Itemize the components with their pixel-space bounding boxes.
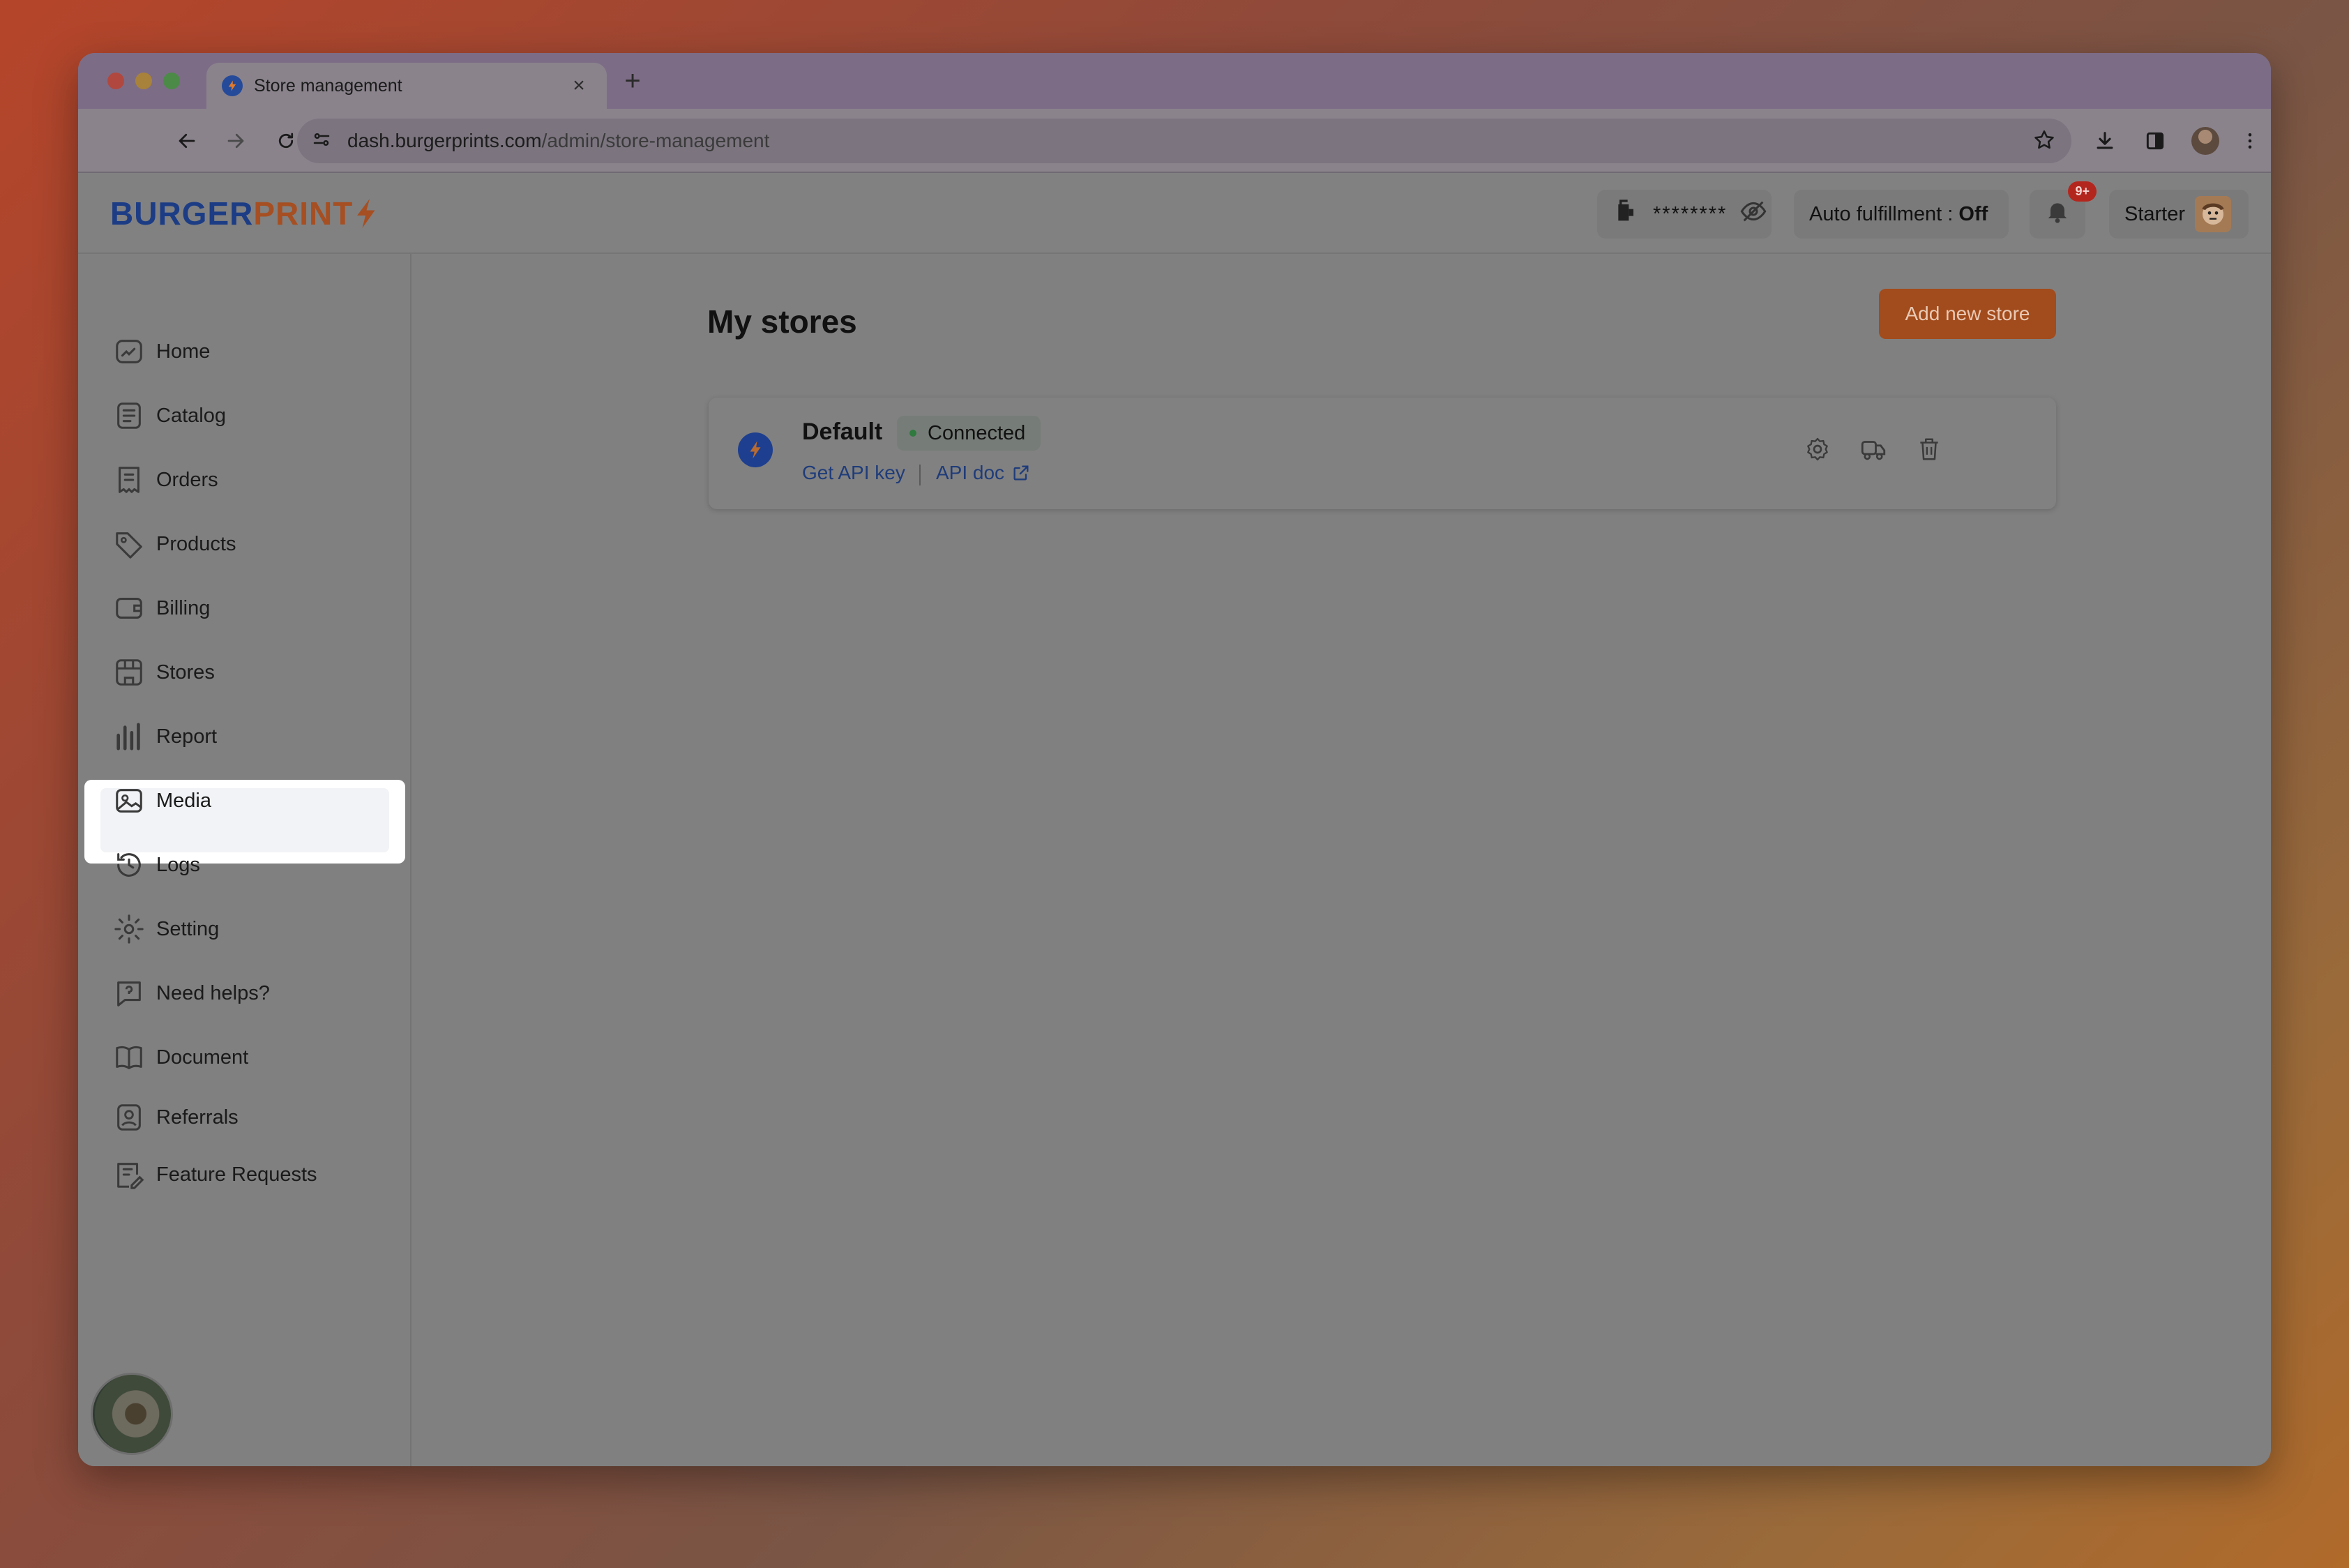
eye-off-icon[interactable] [1739, 197, 1767, 231]
sidebar-item-media[interactable]: Media [100, 776, 393, 826]
tab-title: Store management [254, 75, 402, 96]
browser-window: Store management × + dash.burgerprints.c… [78, 53, 2271, 1466]
sidebar-item-referrals[interactable]: Referrals [100, 1092, 393, 1143]
sidebar-item-label: Feature Requests [156, 1163, 317, 1186]
plan-label: Starter [2124, 202, 2186, 225]
history-icon [117, 853, 141, 877]
bar-chart-icon [116, 723, 140, 751]
account-avatar [2195, 196, 2232, 232]
page-title: My stores [707, 303, 857, 340]
sidebar-item-label: Products [156, 532, 236, 555]
help-icon [117, 981, 141, 1007]
store-bolt-icon [738, 432, 773, 467]
shipping-truck-icon[interactable] [1858, 434, 1889, 465]
book-icon [116, 1046, 142, 1069]
sidebar-item-catalog[interactable]: Catalog [100, 391, 393, 441]
notification-button[interactable]: 9+ [2030, 181, 2097, 239]
status-dot-icon [909, 430, 916, 437]
get-api-key-link[interactable]: Get API key [802, 462, 905, 484]
browser-toolbar: dash.burgerprints.com/admin/store-manage… [78, 109, 2271, 173]
api-doc-link[interactable]: API doc [936, 462, 1031, 484]
window-maximize-button[interactable] [163, 73, 180, 89]
wallet-icon [116, 598, 142, 619]
user-avatar[interactable] [91, 1373, 173, 1455]
sidebar-item-label: Media [156, 789, 211, 812]
status-text: Connected [928, 421, 1026, 444]
store-icon [116, 659, 142, 686]
feature-request-icon [117, 1163, 144, 1189]
download-icon[interactable] [2088, 124, 2122, 158]
app-header: BURGER PRINT ******** Auto fulfillment : … [78, 173, 2271, 254]
link-divider [919, 465, 921, 485]
browser-menu-icon[interactable] [2233, 124, 2267, 158]
sidebar-item-feature-requests[interactable]: Feature Requests [100, 1149, 393, 1200]
tab-strip: Store management × + [78, 53, 2271, 109]
browser-tab[interactable]: Store management × [206, 63, 607, 109]
image-icon [116, 789, 142, 813]
sidebar-item-label: Need helps? [156, 981, 270, 1004]
bookmark-star-icon[interactable] [2032, 128, 2056, 156]
bolt-logo-icon [357, 199, 375, 228]
account-menu[interactable]: Starter [2109, 190, 2249, 239]
address-bar[interactable]: dash.burgerprints.com/admin/store-manage… [297, 119, 2071, 163]
main-content: My stores Add new store Default Connecte… [411, 254, 2271, 1466]
forward-arrow-icon[interactable] [219, 124, 252, 158]
tag-icon [116, 532, 142, 559]
external-link-icon [1013, 465, 1029, 481]
sidebar-item-label: Setting [156, 917, 220, 940]
wallet-icon [1612, 197, 1640, 231]
sidebar-item-home[interactable]: Home [100, 326, 393, 377]
window-close-button[interactable] [107, 73, 124, 89]
auto-fulfillment-label: Auto fulfillment : [1809, 202, 1954, 225]
sidebar-item-logs[interactable]: Logs [100, 840, 393, 890]
sidebar-item-label: Billing [156, 596, 211, 619]
add-new-store-button[interactable]: Add new store [1879, 289, 2056, 339]
balance-widget: ******** [1597, 190, 1772, 239]
burgerprints-logo[interactable]: BURGER PRINT [110, 194, 378, 233]
window-minimize-button[interactable] [135, 73, 152, 89]
side-panel-icon[interactable] [2138, 124, 2172, 158]
balance-masked: ******** [1653, 202, 1728, 225]
sidebar-item-orders[interactable]: Orders [100, 455, 393, 505]
referral-icon [117, 1104, 141, 1131]
sidebar: Home Catalog Orders Products Billing Sto… [78, 254, 411, 1466]
bell-icon [2044, 197, 2071, 231]
home-chart-icon [116, 340, 142, 363]
store-card: Default Connected Get API key API doc [709, 398, 2056, 509]
delete-trash-icon[interactable] [1914, 434, 1944, 465]
notification-badge: 9+ [2068, 181, 2097, 202]
sidebar-item-report[interactable]: Report [100, 711, 393, 762]
sidebar-item-label: Logs [156, 853, 200, 876]
orders-icon [119, 467, 139, 493]
sidebar-item-label: Orders [156, 468, 218, 491]
sidebar-item-label: Catalog [156, 404, 226, 427]
gear-icon [114, 914, 144, 944]
tab-close-icon[interactable]: × [566, 74, 591, 98]
back-arrow-icon[interactable] [170, 124, 204, 158]
site-settings-icon[interactable] [311, 129, 332, 153]
sidebar-item-label: Report [156, 725, 218, 748]
sidebar-item-billing[interactable]: Billing [100, 583, 393, 633]
store-settings-gear-icon[interactable] [1802, 434, 1833, 465]
status-badge: Connected [897, 416, 1041, 451]
sidebar-item-label: Stores [156, 661, 215, 684]
sidebar-item-stores[interactable]: Stores [100, 647, 393, 698]
auto-fulfillment-toggle[interactable]: Auto fulfillment : Off [1794, 190, 2009, 239]
sidebar-item-products[interactable]: Products [100, 519, 393, 569]
profile-avatar[interactable] [2189, 124, 2222, 158]
sidebar-item-document[interactable]: Document [100, 1032, 393, 1083]
sidebar-item-setting[interactable]: Setting [100, 904, 393, 954]
catalog-icon [117, 402, 141, 429]
url-text: dash.burgerprints.com/admin/store-manage… [347, 130, 770, 151]
sidebar-item-label: Referrals [156, 1106, 239, 1129]
store-name: Default [802, 419, 883, 445]
api-doc-label: API doc [936, 462, 1005, 483]
burgerprints-favicon-icon [222, 75, 243, 96]
sidebar-item-label: Home [156, 340, 211, 363]
auto-fulfillment-value: Off [1958, 202, 1988, 225]
sidebar-item-need-helps[interactable]: Need helps? [100, 968, 393, 1018]
new-tab-button[interactable]: + [615, 66, 650, 97]
sidebar-item-label: Document [156, 1046, 249, 1069]
